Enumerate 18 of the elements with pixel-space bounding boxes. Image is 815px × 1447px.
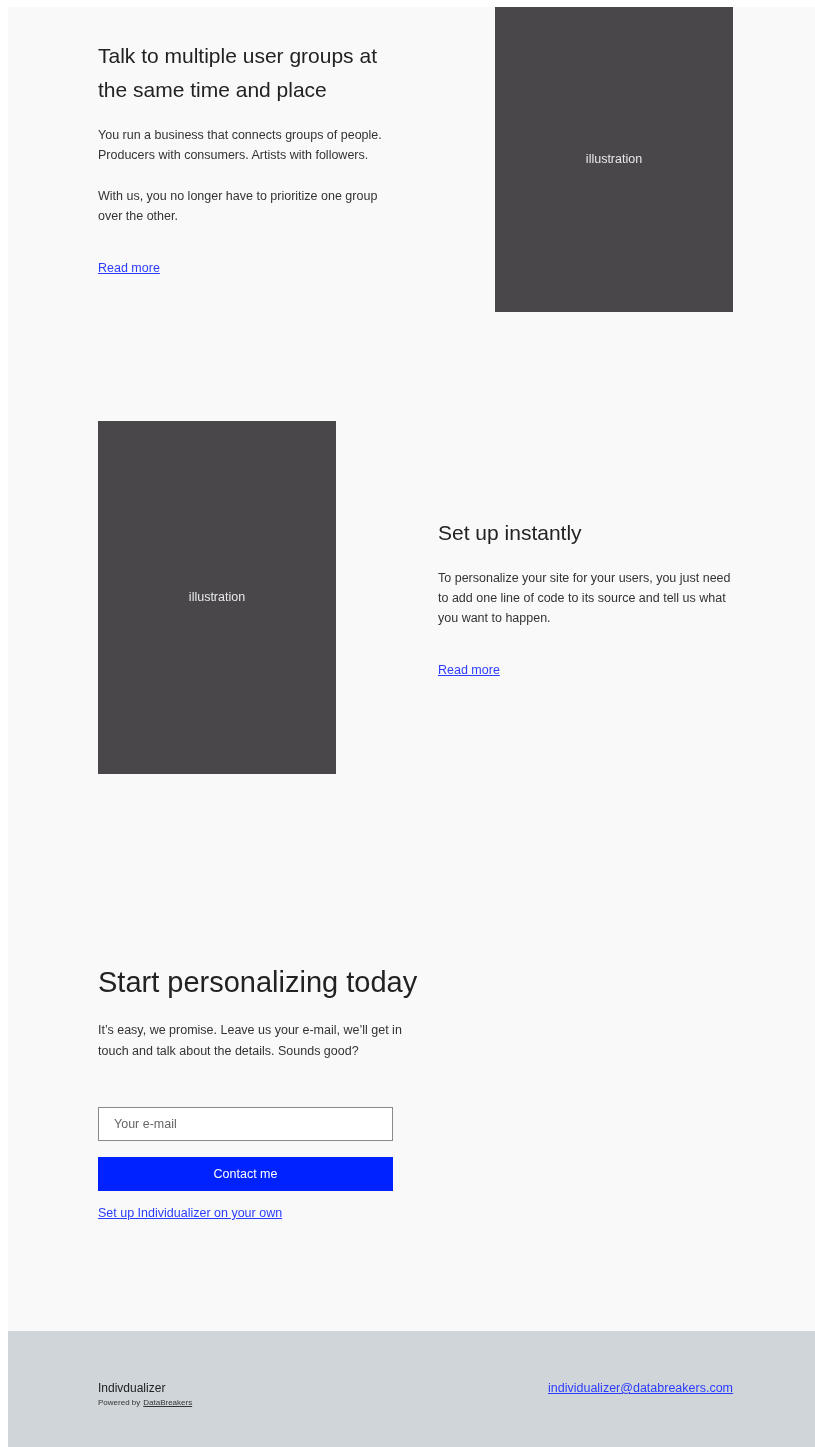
feature-text: To personalize your site for your users, you just need to add one line of code to its source and tell us what you want to happen. (438, 569, 732, 627)
read-more-link[interactable]: Read more (98, 258, 160, 278)
feature-text: With us, you no longer have to prioritize one group over the other. (98, 188, 379, 225)
cta-title: Start personalizing today (98, 965, 419, 1000)
illustration-label: illustration (188, 589, 246, 607)
email-link[interactable]: individualizer@databreakers.com (548, 1380, 733, 1396)
setup-link[interactable]: Set up Individualizer on your own (98, 1203, 283, 1223)
read-more-link[interactable]: Read more (438, 659, 500, 680)
feature-text: You run a business that connects groups of people. Producers with consumers. Artists with followers. (98, 127, 383, 164)
illustration-label: illustration (585, 151, 643, 169)
footer-brand: Indivdualizer (98, 1380, 167, 1396)
databreakers-link[interactable]: DataBreakers (143, 1396, 193, 1410)
email-field[interactable]: Your e-mail (98, 1107, 393, 1141)
cta-text: It’s easy, we promise. Leave us your e-mail, we’ll get in touch and talk about the details. Sounds good? (98, 1022, 403, 1060)
feature-title: Set up instantly (438, 519, 583, 546)
powered-by-text: Powered by (98, 1397, 141, 1409)
contact-button[interactable]: Contact me (98, 1157, 393, 1191)
feature-title: Talk to multiple user groups at the same time and place (98, 43, 378, 103)
